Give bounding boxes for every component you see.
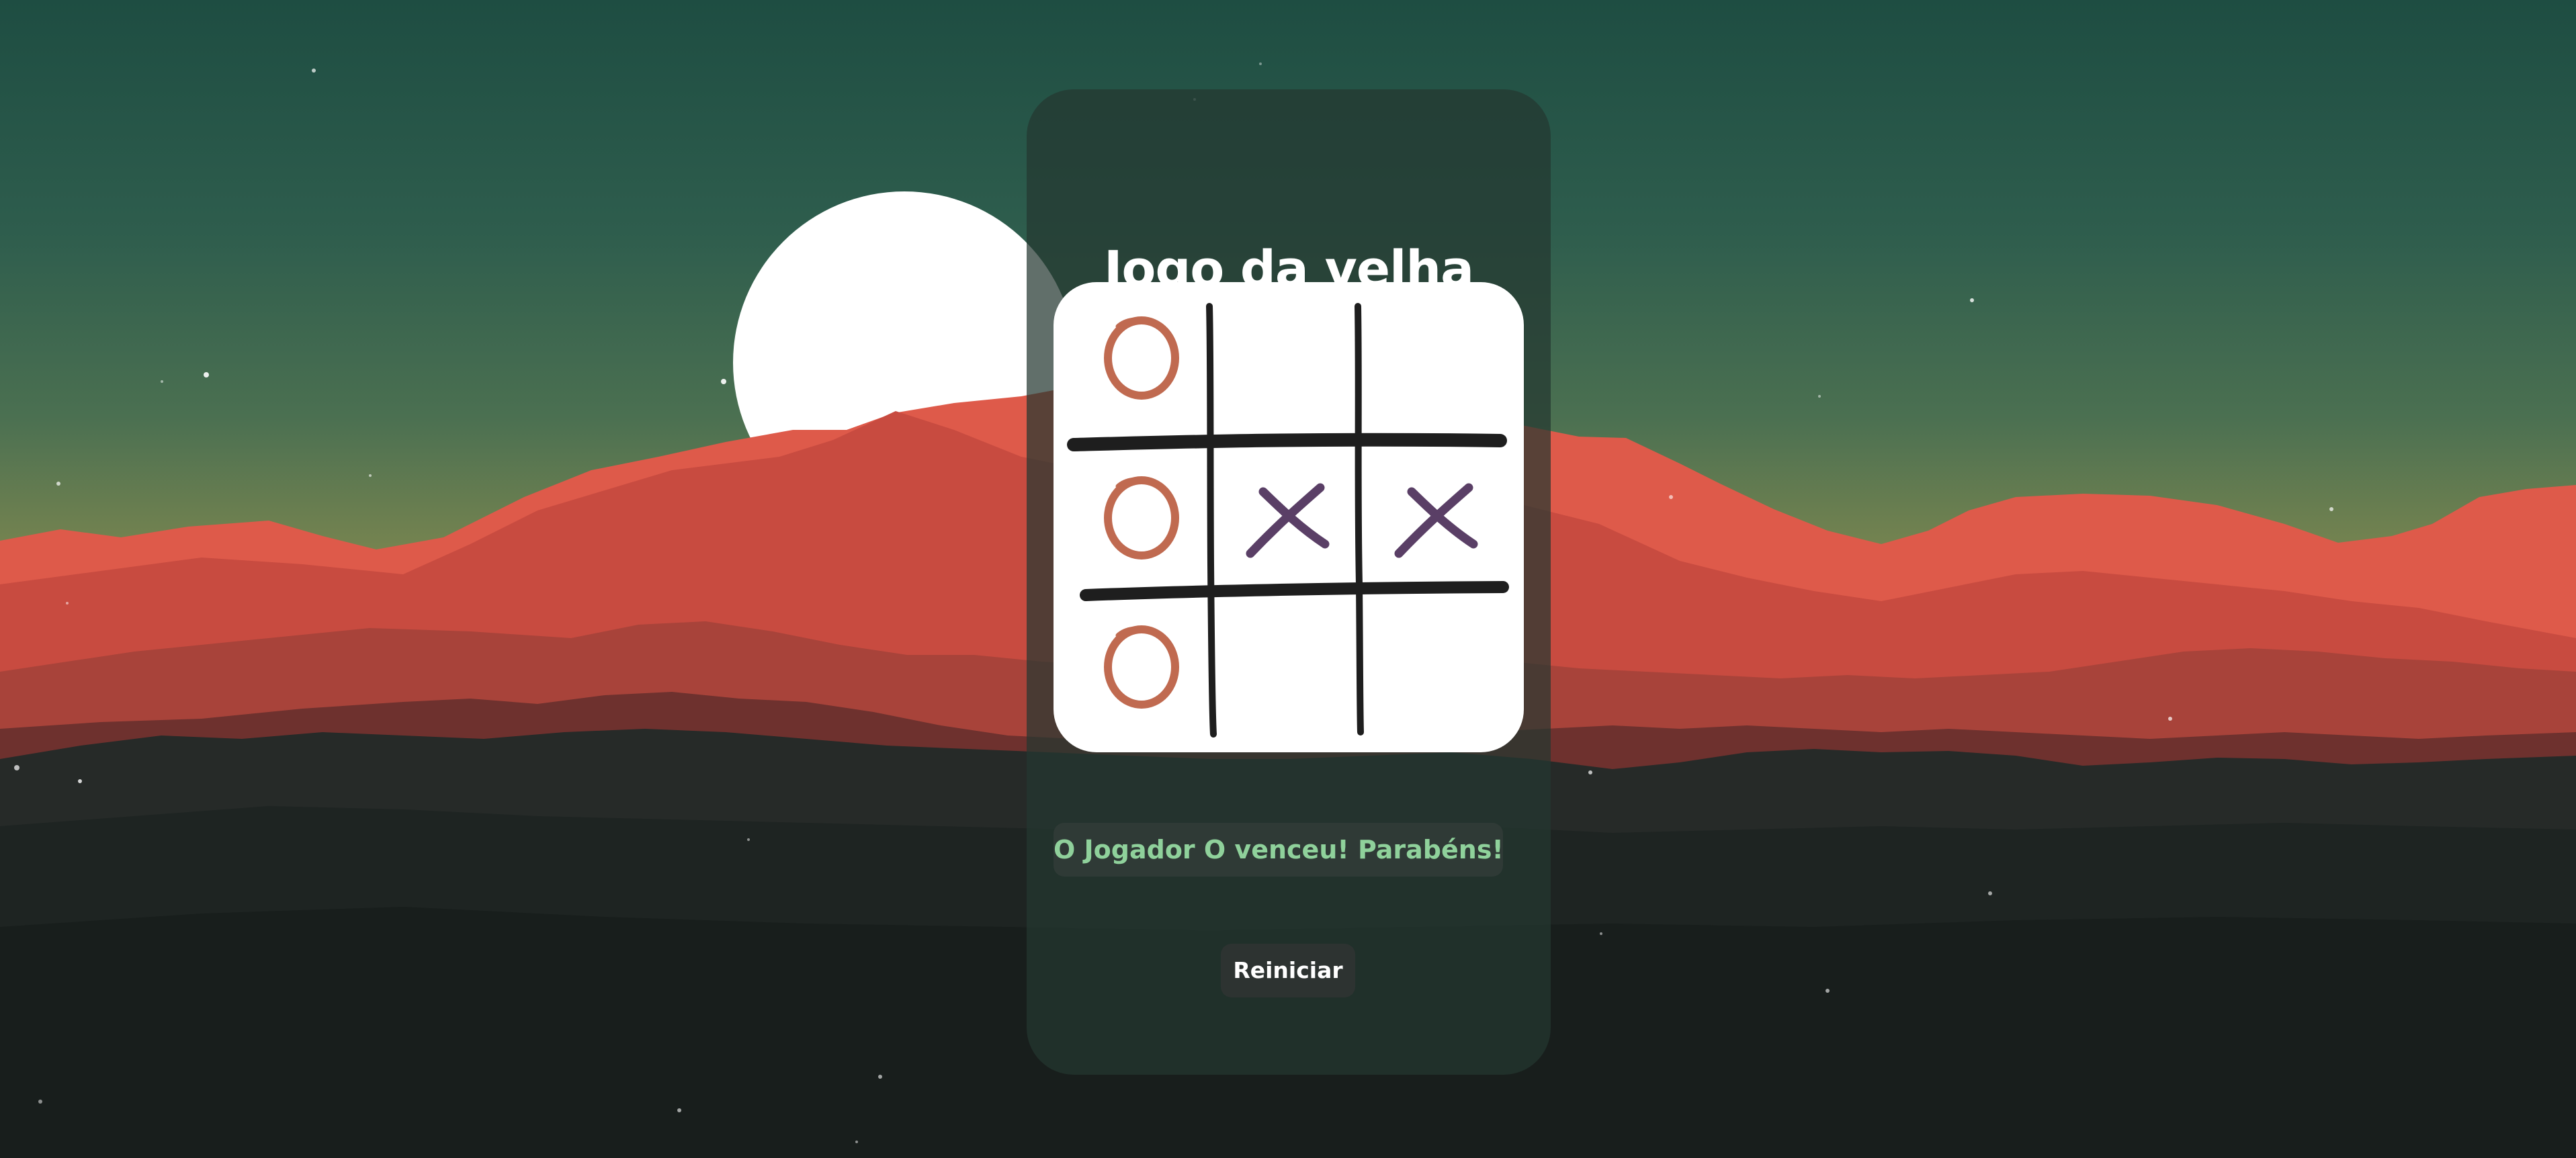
x-mark-icon: [1394, 483, 1478, 558]
board-cell-1-1[interactable]: [1059, 287, 1203, 431]
board-cell-2-2[interactable]: [1213, 447, 1357, 591]
board-cell-2-1[interactable]: [1059, 447, 1203, 591]
grid-line-vertical-2: [1355, 303, 1364, 736]
grid-line-horizontal-1: [1067, 433, 1507, 451]
o-mark-icon: [1104, 625, 1179, 709]
board-cell-3-3[interactable]: [1361, 596, 1505, 740]
o-mark-icon: [1104, 476, 1179, 560]
board-cell-3-1[interactable]: [1059, 596, 1203, 740]
board-cell-2-3[interactable]: [1361, 447, 1505, 591]
game-board: [1054, 282, 1524, 752]
o-mark-icon: [1104, 316, 1179, 400]
x-mark-icon: [1246, 483, 1330, 558]
board-cell-1-3[interactable]: [1361, 287, 1505, 431]
restart-button[interactable]: Reiniciar: [1221, 944, 1355, 997]
board-cell-3-2[interactable]: [1213, 596, 1357, 740]
status-message: O Jogador O venceu! Parabéns!: [1054, 823, 1504, 877]
board-cell-1-2[interactable]: [1213, 287, 1357, 431]
game-screen: Jogo da velha O Jogador O venceu! Parabé…: [0, 0, 2576, 1158]
